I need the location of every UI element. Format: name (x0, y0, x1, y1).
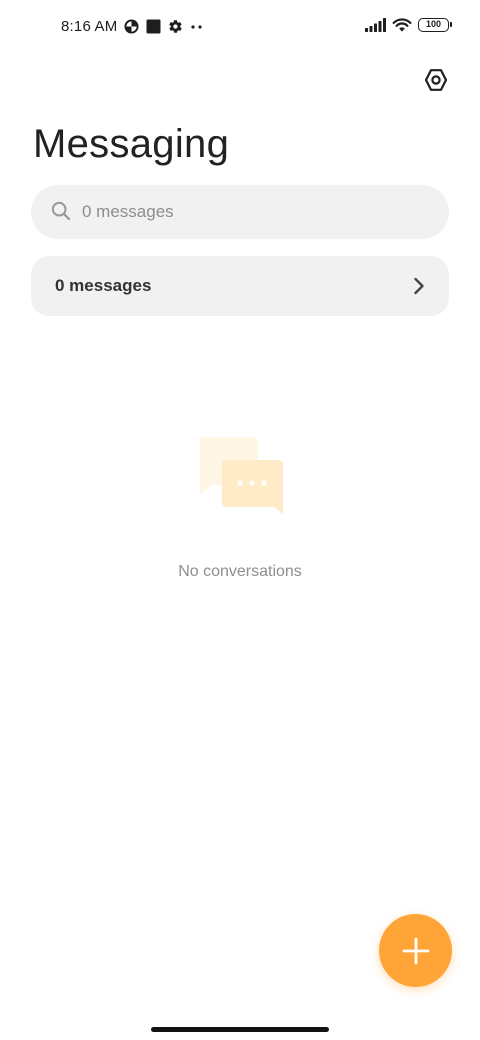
status-time: 8:16 AM (61, 18, 118, 35)
messages-row-label: 0 messages (55, 276, 152, 295)
messaging-screen: 8:16 AM 100 Messaging 0 messages 0 messa… (0, 0, 480, 1040)
signal-icon (365, 18, 386, 32)
square-notification-icon (146, 19, 161, 34)
status-bar: 8:16 AM 100 (0, 0, 480, 56)
home-indicator[interactable] (151, 1027, 329, 1032)
messages-row[interactable]: 0 messages (31, 256, 449, 316)
battery-icon: 100 (418, 18, 452, 32)
chevron-right-icon (414, 277, 424, 295)
new-conversation-button[interactable] (379, 914, 452, 987)
settings-hexagon-icon (424, 69, 448, 91)
status-left: 8:16 AM (61, 18, 204, 35)
more-dots-icon (190, 24, 204, 30)
plus-icon (402, 937, 429, 964)
data-saver-icon (124, 19, 139, 34)
settings-button[interactable] (420, 64, 452, 96)
status-right: 100 (365, 17, 452, 33)
search-icon (51, 201, 71, 221)
search-bar[interactable] (31, 185, 449, 239)
gear-icon (168, 19, 183, 34)
wifi-icon (392, 17, 412, 33)
search-input[interactable] (82, 185, 422, 239)
chat-bubbles-icon (200, 437, 283, 514)
page-title: Messaging (33, 122, 230, 166)
empty-state-text: No conversations (178, 563, 302, 580)
